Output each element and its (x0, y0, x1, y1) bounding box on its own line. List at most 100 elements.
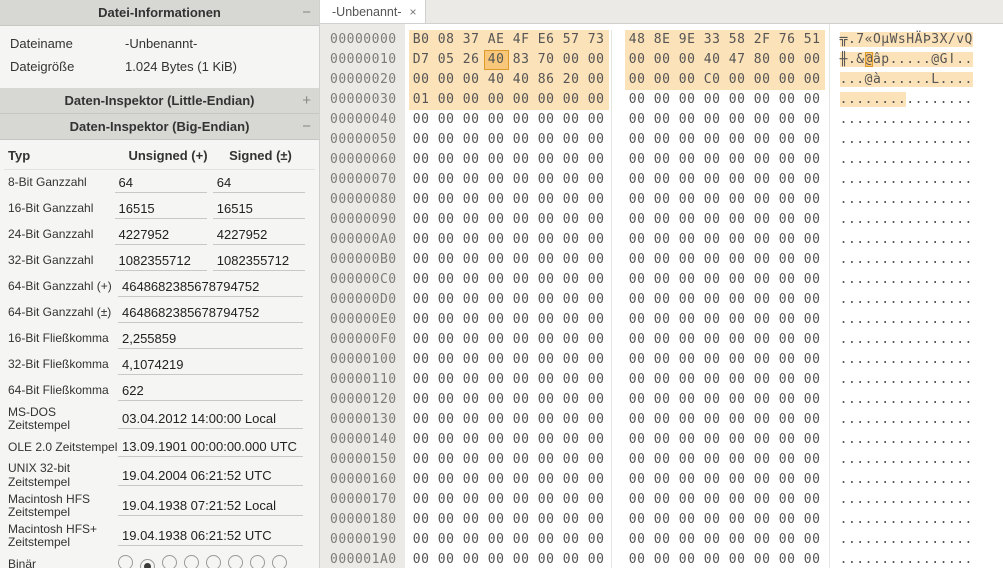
ascii-char[interactable]: . (965, 292, 973, 307)
hex-byte[interactable]: 00 (434, 210, 459, 230)
ascii-char[interactable]: . (890, 392, 898, 407)
ascii-char[interactable]: . (840, 172, 848, 187)
binary-bit-radio[interactable] (184, 555, 199, 568)
ascii-char[interactable]: . (898, 532, 906, 547)
ascii-char[interactable]: . (948, 532, 956, 547)
ascii-char[interactable]: . (923, 152, 931, 167)
ascii-char[interactable]: . (865, 452, 873, 467)
hex-byte[interactable]: 00 (509, 210, 534, 230)
ascii-row[interactable]: ................ (840, 470, 973, 490)
ascii-row[interactable]: ................ (840, 510, 973, 530)
ascii-char[interactable]: . (881, 432, 889, 447)
ascii-char[interactable]: . (931, 552, 939, 567)
ascii-char[interactable]: . (840, 392, 848, 407)
hex-byte[interactable]: 00 (409, 350, 434, 370)
ascii-char[interactable]: . (881, 352, 889, 367)
ascii-char[interactable]: . (890, 472, 898, 487)
ascii-char[interactable]: . (856, 172, 864, 187)
hex-byte[interactable]: 00 (625, 190, 650, 210)
hex-byte[interactable]: 00 (800, 50, 825, 70)
ascii-char[interactable]: . (898, 252, 906, 267)
hex-byte[interactable]: 00 (625, 210, 650, 230)
ascii-char[interactable]: . (956, 512, 964, 527)
hex-byte[interactable]: 00 (534, 530, 559, 550)
hex-byte[interactable]: 00 (625, 130, 650, 150)
di-unsigned-value[interactable]: 4227952 (115, 225, 207, 245)
ascii-char[interactable]: . (948, 392, 956, 407)
ascii-char[interactable]: . (890, 92, 898, 107)
ascii-char[interactable]: . (915, 392, 923, 407)
hex-byte[interactable]: 00 (750, 330, 775, 350)
ascii-char[interactable]: . (915, 372, 923, 387)
hex-byte[interactable]: 00 (509, 130, 534, 150)
ascii-char[interactable]: . (965, 412, 973, 427)
ascii-char[interactable]: . (956, 132, 964, 147)
ascii-char[interactable]: . (840, 552, 848, 567)
ascii-char[interactable]: . (956, 552, 964, 567)
hex-byte[interactable]: 00 (800, 70, 825, 90)
hex-byte[interactable]: 00 (534, 410, 559, 430)
ascii-char[interactable]: . (906, 412, 914, 427)
hex-byte[interactable]: E6 (534, 30, 559, 50)
di-value[interactable]: 13.09.1901 00:00:00.000 UTC (118, 437, 303, 457)
hex-byte[interactable]: 00 (775, 490, 800, 510)
hex-byte[interactable]: 00 (584, 210, 609, 230)
hex-ascii-column[interactable]: ╦.7«OµWsHÄÞ3X/vQ╫.&@âp.....@Gǀ.....@à...… (829, 24, 979, 568)
ascii-row[interactable]: ╦.7«OµWsHÄÞ3X/vQ (840, 30, 973, 50)
hex-byte[interactable]: 00 (725, 190, 750, 210)
hex-byte[interactable]: 00 (775, 270, 800, 290)
hex-byte[interactable]: 83 (509, 50, 534, 70)
ascii-char[interactable]: . (865, 192, 873, 207)
hex-row[interactable]: 00000000000000000000000000000000 (409, 370, 825, 390)
hex-byte[interactable]: 00 (434, 310, 459, 330)
hex-byte[interactable]: 00 (509, 250, 534, 270)
hex-byte[interactable]: AE (484, 30, 509, 50)
hex-byte[interactable]: 00 (700, 410, 725, 430)
hex-byte[interactable]: 00 (800, 370, 825, 390)
ascii-char[interactable]: . (906, 92, 914, 107)
ascii-char[interactable]: . (931, 252, 939, 267)
hex-byte[interactable]: 00 (484, 390, 509, 410)
ascii-char[interactable]: . (881, 372, 889, 387)
hex-byte[interactable]: 00 (409, 410, 434, 430)
ascii-char[interactable]: . (898, 512, 906, 527)
hex-byte[interactable]: 00 (409, 390, 434, 410)
hex-byte[interactable]: 00 (775, 450, 800, 470)
hex-byte[interactable]: 00 (409, 230, 434, 250)
hex-byte[interactable]: 00 (800, 410, 825, 430)
close-icon[interactable]: × (410, 5, 417, 19)
ascii-row[interactable]: ................ (840, 450, 973, 470)
ascii-char[interactable]: . (906, 492, 914, 507)
ascii-char[interactable]: Q (965, 32, 973, 47)
ascii-char[interactable]: . (940, 272, 948, 287)
hex-byte[interactable]: 00 (675, 390, 700, 410)
hex-byte[interactable]: 00 (534, 510, 559, 530)
hex-byte[interactable]: 00 (725, 250, 750, 270)
hex-byte[interactable]: 00 (509, 450, 534, 470)
tab-unbenannt[interactable]: -Unbenannt- × (320, 0, 426, 23)
ascii-char[interactable]: . (881, 172, 889, 187)
ascii-char[interactable]: . (865, 332, 873, 347)
ascii-char[interactable]: . (906, 52, 914, 67)
ascii-char[interactable]: . (923, 272, 931, 287)
ascii-char[interactable]: . (915, 172, 923, 187)
ascii-char[interactable]: . (865, 512, 873, 527)
hex-byte[interactable]: 00 (650, 510, 675, 530)
hex-byte[interactable]: 00 (800, 510, 825, 530)
ascii-char[interactable]: . (940, 512, 948, 527)
hex-byte[interactable]: 00 (725, 530, 750, 550)
ascii-char[interactable]: . (931, 152, 939, 167)
di-value[interactable]: 2,255859 (118, 329, 303, 349)
hex-byte[interactable]: 00 (459, 170, 484, 190)
hex-row[interactable]: 00000000000000000000000000000000 (409, 210, 825, 230)
hex-byte[interactable]: 00 (625, 70, 650, 90)
hex-byte[interactable]: 00 (750, 230, 775, 250)
ascii-char[interactable]: . (865, 212, 873, 227)
ascii-char[interactable]: . (890, 112, 898, 127)
ascii-char[interactable]: . (898, 152, 906, 167)
ascii-char[interactable]: @ (931, 52, 939, 67)
ascii-char[interactable]: . (915, 512, 923, 527)
hex-byte[interactable]: 00 (559, 350, 584, 370)
ascii-char[interactable]: µ (881, 32, 889, 47)
hex-byte[interactable]: 00 (725, 390, 750, 410)
